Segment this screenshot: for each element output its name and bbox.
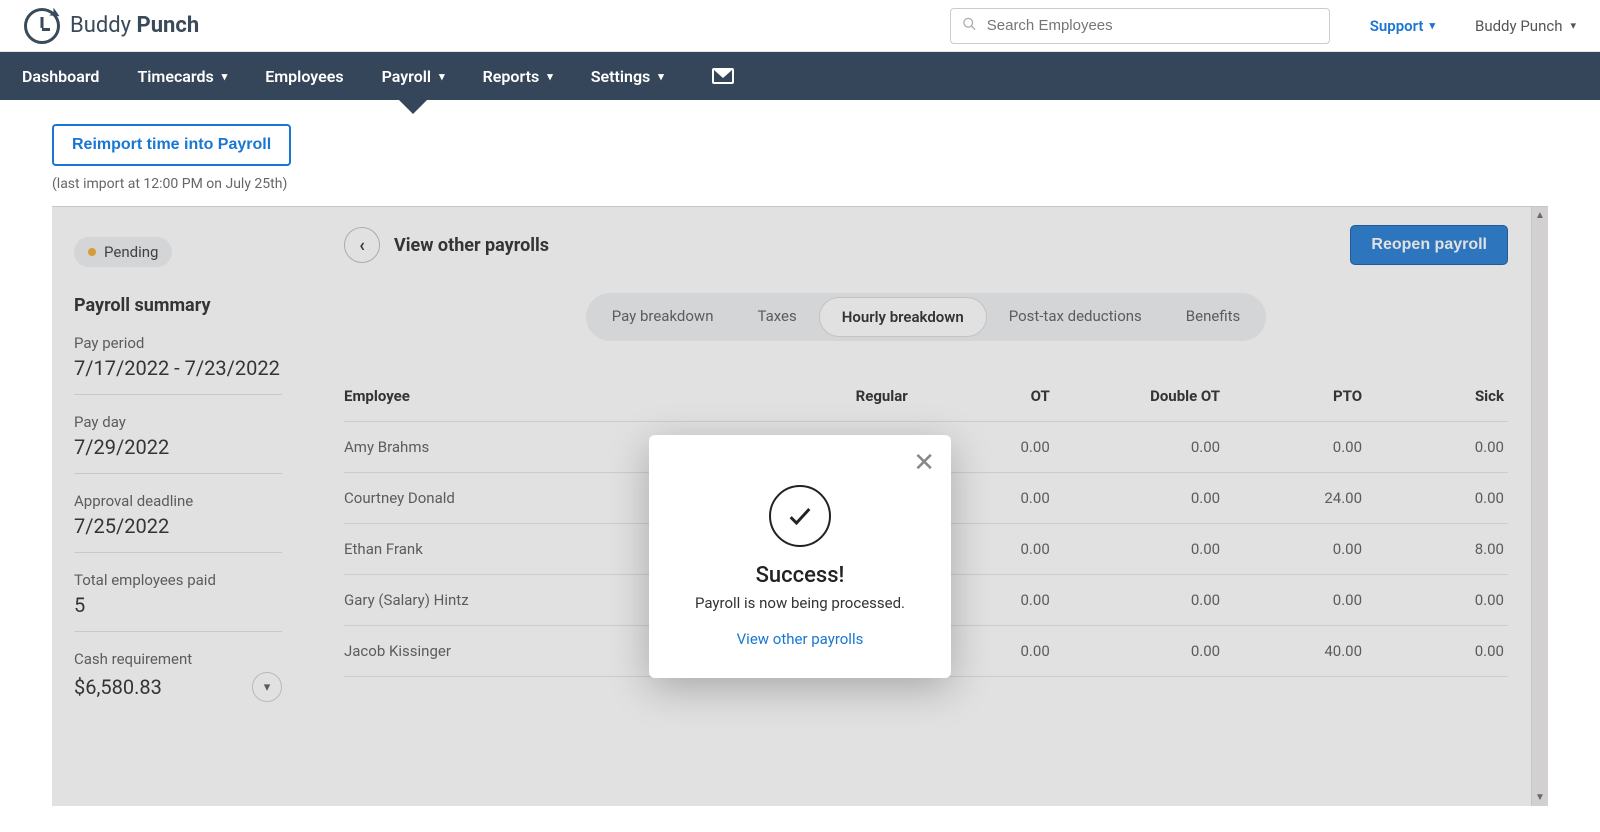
- success-modal: ✕ Success! Payroll is now being processe…: [649, 435, 951, 678]
- nav-reports[interactable]: Reports▾: [483, 52, 553, 100]
- main-nav: Dashboard Timecards▾ Employees Payroll▾ …: [0, 52, 1600, 100]
- close-icon: ✕: [913, 447, 935, 477]
- user-label: Buddy Punch: [1475, 17, 1562, 35]
- nav-employees[interactable]: Employees: [265, 52, 343, 100]
- logo[interactable]: ➤ Buddy Punch: [24, 8, 199, 44]
- nav-settings[interactable]: Settings▾: [591, 52, 664, 100]
- support-menu[interactable]: Support ▾: [1370, 17, 1435, 35]
- search-wrap: [950, 8, 1330, 44]
- nav-timecards[interactable]: Timecards▾: [137, 52, 227, 100]
- check-circle-icon: [769, 485, 831, 547]
- chevron-down-icon: ▾: [1570, 19, 1576, 32]
- view-other-payrolls-link[interactable]: View other payrolls: [675, 630, 925, 648]
- chevron-down-icon: ▾: [547, 70, 553, 83]
- import-note: (last import at 12:00 PM on July 25th): [52, 176, 287, 192]
- nav-dashboard[interactable]: Dashboard: [22, 52, 99, 100]
- logo-text: Buddy Punch: [70, 13, 199, 38]
- support-label: Support: [1370, 17, 1424, 35]
- active-indicator: [399, 100, 427, 114]
- chevron-down-icon: ▾: [1429, 19, 1435, 32]
- top-bar: ➤ Buddy Punch Support ▾ Buddy Punch ▾: [0, 0, 1600, 52]
- mail-icon[interactable]: [712, 68, 734, 84]
- chevron-down-icon: ▾: [658, 70, 664, 83]
- reimport-button[interactable]: Reimport time into Payroll: [52, 124, 291, 166]
- search-input[interactable]: [950, 8, 1330, 44]
- chevron-down-icon: ▾: [439, 70, 445, 83]
- nav-payroll[interactable]: Payroll▾: [382, 52, 445, 100]
- modal-subtitle: Payroll is now being processed.: [675, 594, 925, 612]
- clock-icon: ➤: [24, 8, 60, 44]
- modal-backdrop: ✕ Success! Payroll is now being processe…: [52, 206, 1548, 806]
- search-icon: [962, 16, 977, 35]
- close-modal-button[interactable]: ✕: [913, 449, 935, 475]
- user-menu[interactable]: Buddy Punch ▾: [1475, 17, 1576, 35]
- chevron-down-icon: ▾: [222, 70, 228, 83]
- import-row: Reimport time into Payroll (last import …: [22, 100, 1578, 206]
- modal-title: Success!: [675, 563, 925, 588]
